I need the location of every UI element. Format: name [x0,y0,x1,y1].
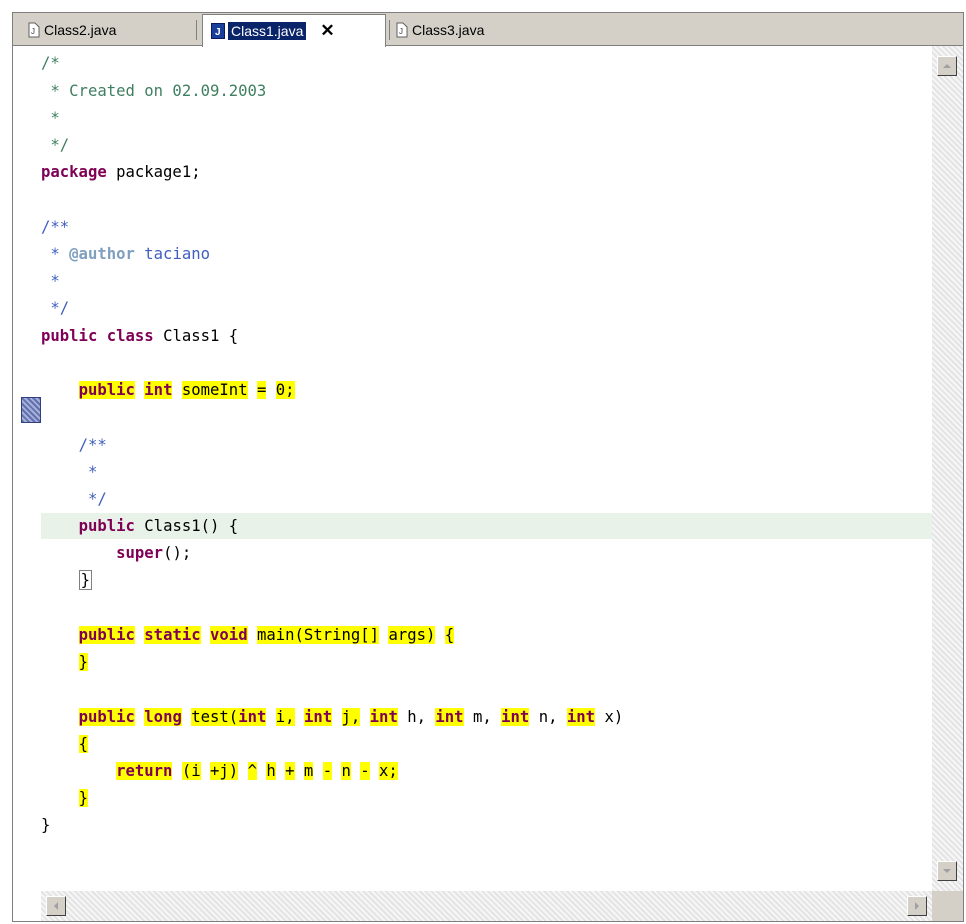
code-line: public int someInt = 0; [78,381,295,399]
arrow-down-icon [943,869,951,873]
code-line: /* [41,54,60,72]
code-line: */ [41,299,70,317]
scroll-down-button[interactable] [937,861,957,881]
java-file-icon: J [27,22,40,38]
code-line: public long test(int i, int j, int h, in… [78,708,624,726]
code-line: public static void main(String[] args) { [78,626,455,644]
code-line: */ [41,136,70,154]
tab-label: Class3.java [412,21,485,38]
code-line: /** [78,436,107,454]
code-line: * [41,109,60,127]
java-file-icon: J [395,22,408,38]
occurrence-marker-icon[interactable] [21,397,41,423]
arrow-left-icon [54,902,58,910]
horizontal-scrollbar[interactable] [41,891,932,921]
close-icon[interactable]: ✕ [320,21,334,41]
editor-gutter [13,46,41,891]
editor-tab-bar: J Class2.java J Class1.java ✕ J Class3.j… [13,13,963,47]
current-code-line: public Class1() { [41,513,932,539]
tab-separator [389,20,390,40]
code-line: /** [41,218,70,236]
tab-separator [196,20,197,40]
tab-class1-java[interactable]: J Class1.java ✕ [202,14,386,47]
code-line: super(); [116,544,192,562]
tab-class2-java[interactable]: J Class2.java [27,15,116,44]
code-line: } [41,816,51,834]
tab-class3-java[interactable]: J Class3.java [395,15,484,44]
code-line: * [41,272,60,290]
svg-text:J: J [399,27,403,36]
tab-label: Class1.java [228,22,307,40]
code-line: return (i +j) ^ h + m - n - x; [116,762,398,780]
code-line: { [78,735,88,753]
code-line: * @author taciano [41,245,210,263]
code-line: public class Class1 { [41,327,239,345]
svg-text:J: J [31,27,35,36]
code-line: } [78,570,92,590]
code-line: } [78,789,88,807]
arrow-up-icon [943,64,951,68]
arrow-right-icon [915,902,919,910]
code-line: * [78,463,98,481]
scroll-up-button[interactable] [937,56,957,76]
vertical-scrollbar[interactable] [932,46,963,891]
code-line: */ [78,490,107,508]
code-editor[interactable]: /* * Created on 02.09.2003 * */ package … [41,46,932,891]
svg-text:J: J [215,27,221,38]
code-line: } [78,653,88,671]
java-file-icon: J [211,23,225,39]
tab-label: Class2.java [44,21,117,38]
scroll-left-button[interactable] [46,896,66,916]
scroll-right-button[interactable] [907,896,927,916]
scrollbar-corner [932,891,963,921]
code-line: package package1; [41,163,201,181]
code-line: * Created on 02.09.2003 [41,82,267,100]
editor-frame: J Class2.java J Class1.java ✕ J Class3.j… [12,12,964,922]
